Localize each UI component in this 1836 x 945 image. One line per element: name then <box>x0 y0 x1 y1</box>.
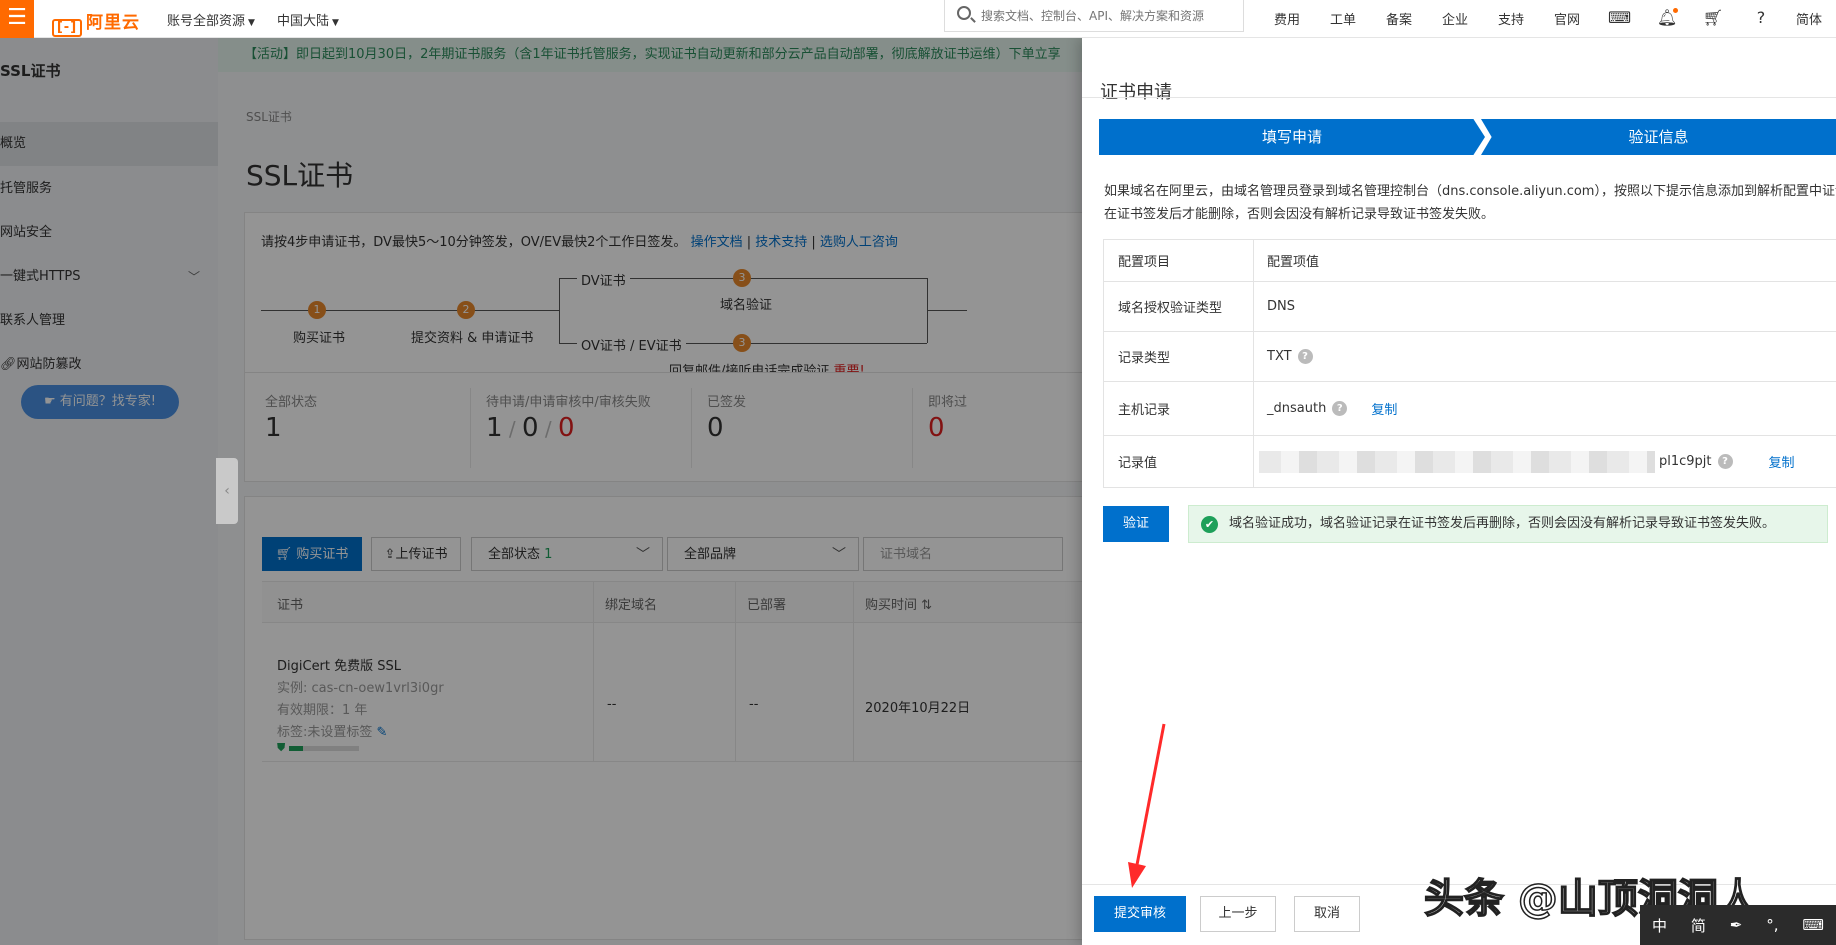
cancel-button[interactable]: 取消 <box>1294 896 1360 932</box>
nav-support[interactable]: 支持 <box>1498 9 1524 28</box>
aliyun-logo[interactable]: [-] 阿里云 <box>52 8 140 37</box>
wizard-steps: 填写申请 验证信息 <box>1099 119 1836 155</box>
column-divider <box>1253 240 1254 281</box>
caret-down-icon: ▼ <box>332 18 339 28</box>
config-value: _dnsauth <box>1267 401 1327 416</box>
divider <box>1082 97 1836 98</box>
submit-review-button[interactable]: 提交审核 <box>1094 896 1186 932</box>
table-row: 记录值 pl1c9pjt? 复制 <box>1104 436 1836 488</box>
nav-fees[interactable]: 费用 <box>1274 9 1300 28</box>
wizard-step-fill-application: 填写申请 <box>1099 119 1485 155</box>
config-key: 域名授权验证类型 <box>1118 301 1223 316</box>
search-input[interactable] <box>981 5 1231 27</box>
ime-toolbar: 中 简 ✒ °, ⌨ <box>1640 905 1836 945</box>
search-icon <box>957 6 971 20</box>
nav-enterprise[interactable]: 企业 <box>1442 9 1468 28</box>
config-value-cell: pl1c9pjt? 复制 <box>1259 436 1795 487</box>
notification-dot <box>1673 8 1678 13</box>
ime-keyboard-icon[interactable]: ⌨ <box>1802 916 1824 934</box>
cart-icon[interactable]: 🛒︎ <box>1702 8 1724 30</box>
logo-text: 阿里云 <box>86 13 140 33</box>
table-row: 记录类型 TXT? <box>1104 332 1836 382</box>
copy-host-record-button[interactable]: 复制 <box>1371 399 1397 418</box>
top-navbar: ☰ [-]阿里云 账号全部资源▼ 中国大陆▼ 费用 工单 备案 企业 支持 官网… <box>0 0 1836 38</box>
help-icon[interactable]: ? <box>1750 8 1772 30</box>
config-value: TXT <box>1267 349 1292 364</box>
column-header-config-item: 配置项目 <box>1118 255 1171 270</box>
table-header: 配置项目 配置项值 <box>1104 240 1836 282</box>
success-message: 域名验证成功，域名验证记录在证书签发后再删除，否则会因没有解析记录导致证书签发失… <box>1229 516 1776 531</box>
config-value-cell: _dnsauth? 复制 <box>1267 382 1397 435</box>
modal-backdrop[interactable] <box>0 38 1082 945</box>
ime-punctuation-icon[interactable]: °, <box>1766 916 1778 934</box>
redacted-value <box>1259 450 1655 473</box>
column-divider <box>1253 436 1254 487</box>
help-question-icon[interactable]: ? <box>1297 349 1313 364</box>
column-divider <box>1253 382 1254 435</box>
ime-brush-icon[interactable]: ✒ <box>1730 916 1743 934</box>
config-value: DNS <box>1267 299 1295 314</box>
config-value: pl1c9pjt <box>1659 454 1712 469</box>
table-row: 域名授权验证类型 DNS <box>1104 282 1836 332</box>
certificate-application-drawer: 证书申请 填写申请 验证信息 如果域名在阿里云，由域名管理员登录到域名管理控制台… <box>1082 38 1836 945</box>
help-question-icon[interactable]: ? <box>1717 454 1733 469</box>
previous-step-button[interactable]: 上一步 <box>1200 896 1276 932</box>
red-arrow-annotation <box>1128 723 1166 888</box>
config-key: 记录类型 <box>1118 351 1171 366</box>
config-key: 记录值 <box>1118 456 1158 471</box>
sidebar-collapse-handle[interactable]: ‹ <box>216 458 238 524</box>
ime-chinese-mode[interactable]: 中 <box>1652 915 1667 936</box>
dns-instructions: 如果域名在阿里云，由域名管理员登录到域名管理控制台（dns.console.al… <box>1104 184 1836 222</box>
terminal-icon[interactable]: ⌨ <box>1608 8 1631 30</box>
verify-button[interactable]: 验证 <box>1103 506 1169 542</box>
drawer-title: 证书申请 <box>1100 82 1172 103</box>
region-dropdown-label: 中国大陆 <box>277 14 330 29</box>
nav-website[interactable]: 官网 <box>1554 9 1580 28</box>
copy-record-value-button[interactable]: 复制 <box>1769 452 1795 471</box>
wizard-step-verify-info: 验证信息 <box>1481 119 1836 155</box>
hamburger-menu-icon[interactable]: ☰ <box>0 0 34 38</box>
language-switch[interactable]: 简体 <box>1796 9 1822 28</box>
account-dropdown-label: 账号全部资源 <box>167 14 246 29</box>
dns-config-table: 配置项目 配置项值 域名授权验证类型 DNS 记录类型 TXT? 主机记录 _d… <box>1103 239 1836 488</box>
bell-icon[interactable]: 🔔︎ <box>1656 8 1678 30</box>
column-divider <box>1253 332 1254 381</box>
help-question-icon[interactable]: ? <box>1332 401 1348 416</box>
config-key: 主机记录 <box>1118 403 1171 418</box>
column-divider <box>1253 282 1254 331</box>
nav-tickets[interactable]: 工单 <box>1330 9 1356 28</box>
caret-down-icon: ▼ <box>248 18 255 28</box>
logo-mark: [-] <box>52 19 82 37</box>
check-circle-icon: ✔ <box>1201 516 1218 533</box>
nav-icp[interactable]: 备案 <box>1386 9 1412 28</box>
config-value-cell: TXT? <box>1267 332 1313 381</box>
search-box[interactable] <box>944 0 1244 32</box>
table-row: 主机记录 _dnsauth? 复制 <box>1104 382 1836 436</box>
verification-success-alert: ✔ 域名验证成功，域名验证记录在证书签发后再删除，否则会因没有解析记录导致证书签… <box>1188 505 1828 543</box>
region-dropdown[interactable]: 中国大陆 ▼ <box>277 10 339 29</box>
column-header-config-value: 配置项值 <box>1267 255 1320 270</box>
ime-simplified-mode[interactable]: 简 <box>1691 915 1706 936</box>
account-dropdown[interactable]: 账号全部资源 ▼ <box>167 10 255 29</box>
